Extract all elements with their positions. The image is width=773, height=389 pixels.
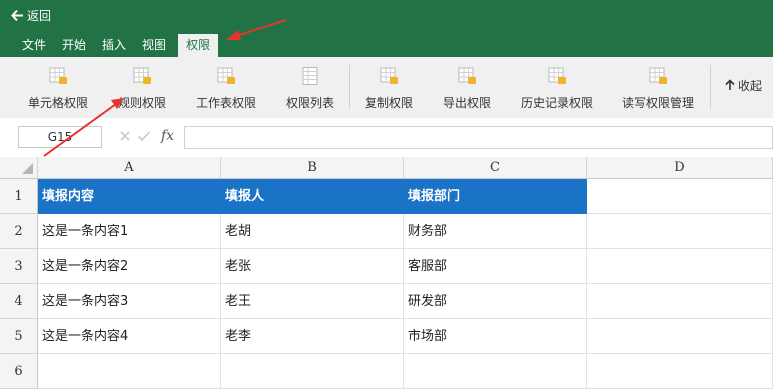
list-icon <box>302 67 318 85</box>
table-cell[interactable] <box>587 354 773 389</box>
sheet-lock-icon <box>380 67 398 84</box>
cancel-icon[interactable] <box>119 130 131 142</box>
back-button[interactable]: 返回 <box>11 6 51 24</box>
table-header-cell[interactable]: 填报人 <box>221 179 404 214</box>
table-cell[interactable]: 老王 <box>221 284 404 319</box>
table-cell[interactable]: 市场部 <box>404 319 587 354</box>
table-cell[interactable] <box>587 179 773 214</box>
export-permission-button[interactable]: 导出权限 <box>441 63 493 113</box>
column-header-a[interactable]: A <box>38 157 221 179</box>
tab-permissions[interactable]: 权限 <box>178 34 219 57</box>
row-header-4[interactable]: 4 <box>0 284 38 319</box>
ribbon-divider <box>349 65 350 109</box>
sheet-lock-icon <box>548 67 566 84</box>
formula-bar: G15 fx <box>0 118 773 157</box>
column-header-c[interactable]: C <box>404 157 587 179</box>
table-cell[interactable] <box>587 319 773 354</box>
collapse-ribbon-button[interactable]: 收起 <box>725 77 762 93</box>
ribbon-toolbar: 单元格权限 规则权限 工作表权限 权限列表 复制权限 导出权限 历史记录权限 读… <box>0 57 773 119</box>
table-cell[interactable]: 这是一条内容4 <box>38 319 221 354</box>
select-all-corner[interactable] <box>0 157 38 179</box>
history-permission-button[interactable]: 历史记录权限 <box>519 63 595 113</box>
rw-permission-manage-label: 读写权限管理 <box>621 96 694 110</box>
worksheet-permission-button[interactable]: 工作表权限 <box>194 63 258 113</box>
table-header-cell[interactable]: 填报内容 <box>38 179 221 214</box>
table-cell[interactable]: 这是一条内容2 <box>38 249 221 284</box>
table-cell[interactable] <box>587 284 773 319</box>
row-header-1[interactable]: 1 <box>0 179 38 214</box>
row-header-6[interactable]: 6 <box>0 354 38 389</box>
row-header-2[interactable]: 2 <box>0 214 38 249</box>
back-label: 返回 <box>27 8 52 23</box>
table-cell[interactable]: 老张 <box>221 249 404 284</box>
permission-list-button[interactable]: 权限列表 <box>284 63 336 113</box>
tab-bar: 文件 开始 插入 视图 权限 <box>14 34 219 57</box>
export-permission-label: 导出权限 <box>442 96 491 110</box>
cell-name-box[interactable]: G15 <box>18 126 102 148</box>
tab-home[interactable]: 开始 <box>54 34 94 57</box>
column-header-d[interactable]: D <box>587 157 773 179</box>
tab-view[interactable]: 视图 <box>134 34 174 57</box>
table-cell[interactable]: 这是一条内容1 <box>38 214 221 249</box>
table-cell[interactable] <box>587 249 773 284</box>
rule-permission-button[interactable]: 规则权限 <box>116 63 168 113</box>
table-cell[interactable] <box>221 354 404 389</box>
table-cell[interactable]: 老胡 <box>221 214 404 249</box>
collapse-label: 收起 <box>738 78 763 93</box>
spreadsheet-grid: A B C D 1 2 3 4 5 6 填报内容 填报人 填报部门 这是一条内容… <box>0 157 773 389</box>
arrow-up-icon <box>725 79 735 90</box>
sheet-lock-icon <box>49 67 67 84</box>
table-cell[interactable]: 老李 <box>221 319 404 354</box>
confirm-icon[interactable] <box>137 130 151 142</box>
sheet-lock-icon <box>133 67 151 84</box>
table-header-cell[interactable]: 填报部门 <box>404 179 587 214</box>
formula-input[interactable] <box>184 126 773 149</box>
arrow-left-icon <box>11 9 24 22</box>
rule-permission-label: 规则权限 <box>117 96 166 110</box>
table-cell[interactable]: 客服部 <box>404 249 587 284</box>
fx-icon[interactable]: fx <box>161 128 174 144</box>
row-header-5[interactable]: 5 <box>0 319 38 354</box>
cell-permission-button[interactable]: 单元格权限 <box>26 63 90 113</box>
table-cell[interactable] <box>587 214 773 249</box>
rw-permission-manage-button[interactable]: 读写权限管理 <box>620 63 696 113</box>
worksheet-permission-label: 工作表权限 <box>195 96 256 110</box>
row-header-3[interactable]: 3 <box>0 249 38 284</box>
history-permission-label: 历史记录权限 <box>520 96 593 110</box>
column-header-b[interactable]: B <box>221 157 404 179</box>
ribbon-divider <box>710 65 711 109</box>
copy-permission-button[interactable]: 复制权限 <box>363 63 415 113</box>
top-bar: 返回 文件 开始 插入 视图 权限 <box>0 0 773 57</box>
permission-list-label: 权限列表 <box>285 96 334 110</box>
sheet-lock-icon <box>217 67 235 84</box>
tab-file[interactable]: 文件 <box>14 34 54 57</box>
tab-insert[interactable]: 插入 <box>94 34 134 57</box>
table-cell[interactable]: 财务部 <box>404 214 587 249</box>
cell-permission-label: 单元格权限 <box>27 96 88 110</box>
sheet-lock-icon <box>649 67 667 84</box>
table-cell[interactable] <box>404 354 587 389</box>
table-cell[interactable]: 这是一条内容3 <box>38 284 221 319</box>
sheet-lock-icon <box>458 67 476 84</box>
copy-permission-label: 复制权限 <box>364 96 413 110</box>
table-cell[interactable] <box>38 354 221 389</box>
table-cell[interactable]: 研发部 <box>404 284 587 319</box>
